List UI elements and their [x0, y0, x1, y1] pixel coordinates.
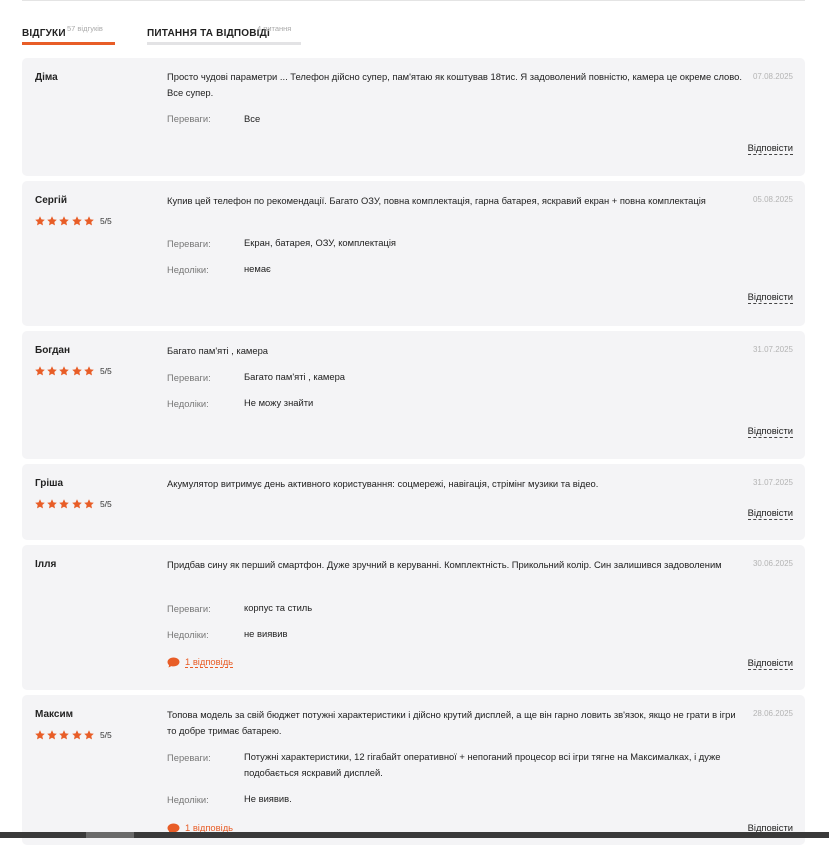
pros-value: Потужні характеристики, 12 гігабайт опер…: [244, 751, 721, 778]
cons-label: Недоліки:: [167, 264, 209, 275]
review-author: Сергій: [35, 195, 67, 206]
review-author: Богдан: [35, 345, 71, 356]
review-card: Максим 5/5 Топова модель за свій бюджет …: [22, 695, 805, 845]
star-icon: [35, 499, 45, 509]
chat-bubble-icon: [167, 657, 180, 667]
pros-label: Переваги:: [167, 113, 211, 124]
review-date: 05.08.2025: [752, 195, 793, 204]
star-icon: [59, 730, 70, 740]
star-icon: [83, 730, 94, 740]
star-icon: [71, 366, 82, 376]
reply-button[interactable]: Відповісти: [747, 657, 793, 670]
pros-value: Все: [244, 113, 261, 124]
rating-stars: 5/5: [35, 216, 112, 226]
tab-reviews[interactable]: ВІДГУКИ 57 відгуків: [22, 22, 115, 46]
review-card: Ілля Придбав сину як перший смартфон. Ду…: [22, 545, 805, 690]
star-icon: [83, 216, 94, 226]
rating-score: 5/5: [99, 366, 112, 376]
reply-button[interactable]: Відповісти: [747, 291, 793, 304]
review-author: Ілля: [35, 559, 57, 570]
review-card: Гріша 5/5 Акумулятор витримує день актив…: [22, 464, 805, 540]
cons-value: не виявив: [244, 628, 288, 639]
rating-stars: 5/5: [35, 366, 112, 376]
review-card: Сергій 5/5 Купив цей телефон по рекоменд…: [22, 181, 805, 326]
star-icon: [35, 366, 45, 376]
star-icon: [83, 499, 94, 509]
cons-label: Недоліки:: [167, 398, 209, 409]
reply-button[interactable]: Відповісти: [747, 425, 793, 438]
review-text: Багато пам'яті , камера: [167, 345, 268, 356]
pros-value: Багато пам'яті , камера: [244, 371, 345, 382]
review-text: Просто чудові параметри ... Телефон дійс…: [167, 71, 742, 98]
tab-questions[interactable]: ПИТАННЯ ТА ВІДПОВІДІ 4 питання: [147, 22, 301, 46]
cons-label: Недоліки:: [167, 794, 209, 805]
pros-value: корпус та стиль: [244, 602, 313, 613]
star-icon: [35, 216, 45, 226]
star-icon: [71, 216, 82, 226]
star-icon: [59, 499, 70, 509]
pros-label: Переваги:: [167, 603, 211, 614]
cons-value: Не можу знайти: [244, 397, 314, 408]
review-text: Топова модель за свій бюджет потужні хар…: [167, 709, 736, 736]
review-text: Акумулятор витримує день активного корис…: [167, 478, 599, 489]
rating-score: 5/5: [99, 730, 112, 740]
star-icon: [47, 499, 57, 509]
review-card: Діма Просто чудові параметри ... Телефон…: [22, 58, 805, 176]
answers-link[interactable]: 1 відповідь: [167, 656, 234, 668]
review-date: 28.06.2025: [752, 709, 793, 718]
rating-score: 5/5: [99, 499, 112, 509]
star-icon: [71, 730, 82, 740]
star-icon: [71, 499, 82, 509]
tab-questions-label: ПИТАННЯ ТА ВІДПОВІДІ: [147, 28, 270, 39]
answers-count: 1 відповідь: [185, 656, 234, 668]
star-icon: [83, 366, 94, 376]
review-author: Максим: [35, 709, 73, 720]
tab-active-indicator: [22, 42, 115, 45]
tab-inactive-indicator: [147, 42, 301, 45]
review-date: 31.07.2025: [752, 478, 793, 487]
review-author: Гріша: [35, 478, 64, 489]
star-icon: [47, 730, 57, 740]
pros-value: Екран, батарея, ОЗУ, комплектація: [244, 237, 396, 248]
review-date: 31.07.2025: [752, 345, 793, 354]
review-text: Придбав сину як перший смартфон. Дуже зр…: [167, 559, 722, 570]
rating-stars: 5/5: [35, 730, 112, 740]
tab-reviews-count: 57 відгуків: [67, 24, 103, 33]
review-author: Діма: [35, 72, 58, 83]
rating-score: 5/5: [99, 216, 112, 226]
cons-value: Не виявив.: [244, 793, 292, 804]
scrollbar-thumb[interactable]: [86, 832, 134, 838]
pros-label: Переваги:: [167, 372, 211, 383]
tab-questions-count: 4 питання: [257, 24, 292, 33]
star-icon: [47, 366, 57, 376]
tab-reviews-label: ВІДГУКИ: [22, 28, 66, 39]
star-icon: [47, 216, 57, 226]
rating-stars: 5/5: [35, 499, 112, 509]
star-icon: [59, 216, 70, 226]
reply-button[interactable]: Відповісти: [747, 142, 793, 155]
review-date: 07.08.2025: [752, 72, 793, 81]
cons-value: немає: [244, 263, 271, 274]
review-card: Богдан 5/5 Багато пам'яті , камера 31.07…: [22, 331, 805, 459]
reply-button[interactable]: Відповісти: [747, 507, 793, 520]
top-divider: [22, 0, 805, 1]
review-date: 30.06.2025: [752, 559, 793, 568]
star-icon: [59, 366, 70, 376]
pros-label: Переваги:: [167, 752, 211, 763]
pros-label: Переваги:: [167, 238, 211, 249]
star-icon: [35, 730, 45, 740]
review-text: Купив цей телефон по рекомендації. Багат…: [167, 195, 706, 206]
cons-label: Недоліки:: [167, 629, 209, 640]
